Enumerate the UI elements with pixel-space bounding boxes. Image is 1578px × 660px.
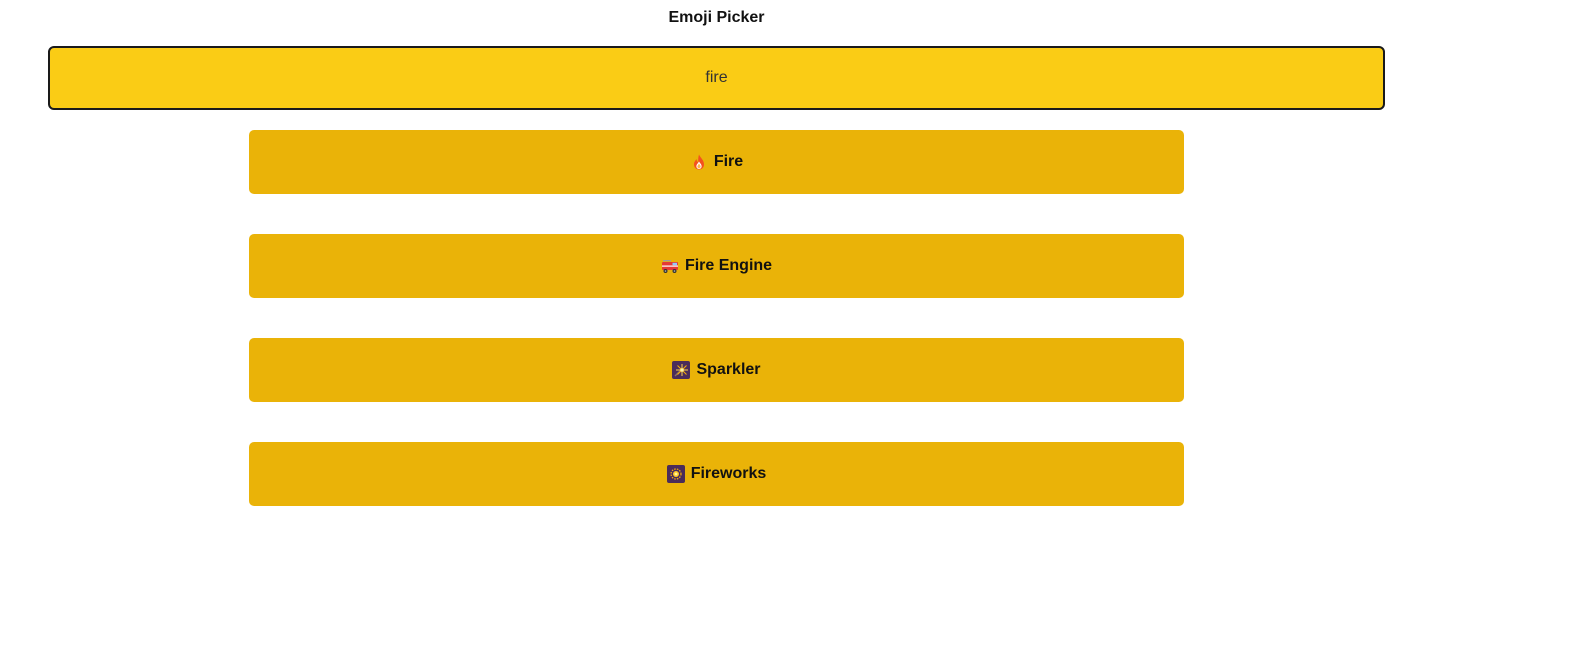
result-label: Fire Engine (684, 257, 773, 274)
emoji-picker-page: Emoji Picker Fire (0, 0, 1578, 660)
fire-engine-icon (661, 257, 679, 275)
result-label: Sparkler (696, 361, 761, 378)
result-item-fire[interactable]: Fire (249, 130, 1184, 194)
result-label: Fireworks (690, 465, 767, 482)
result-item-fire-engine[interactable]: Fire Engine (249, 234, 1184, 298)
search-input[interactable] (48, 46, 1385, 110)
page-title: Emoji Picker (668, 9, 765, 26)
result-item-fireworks[interactable]: Fireworks (249, 442, 1184, 506)
fireworks-icon (666, 465, 685, 483)
sparkler-icon (672, 361, 691, 379)
results-list: Fire Fire Engine Sparkler Fireworks (249, 130, 1184, 546)
result-label: Fire (713, 153, 744, 170)
result-item-sparkler[interactable]: Sparkler (249, 338, 1184, 402)
fire-icon (690, 153, 708, 171)
